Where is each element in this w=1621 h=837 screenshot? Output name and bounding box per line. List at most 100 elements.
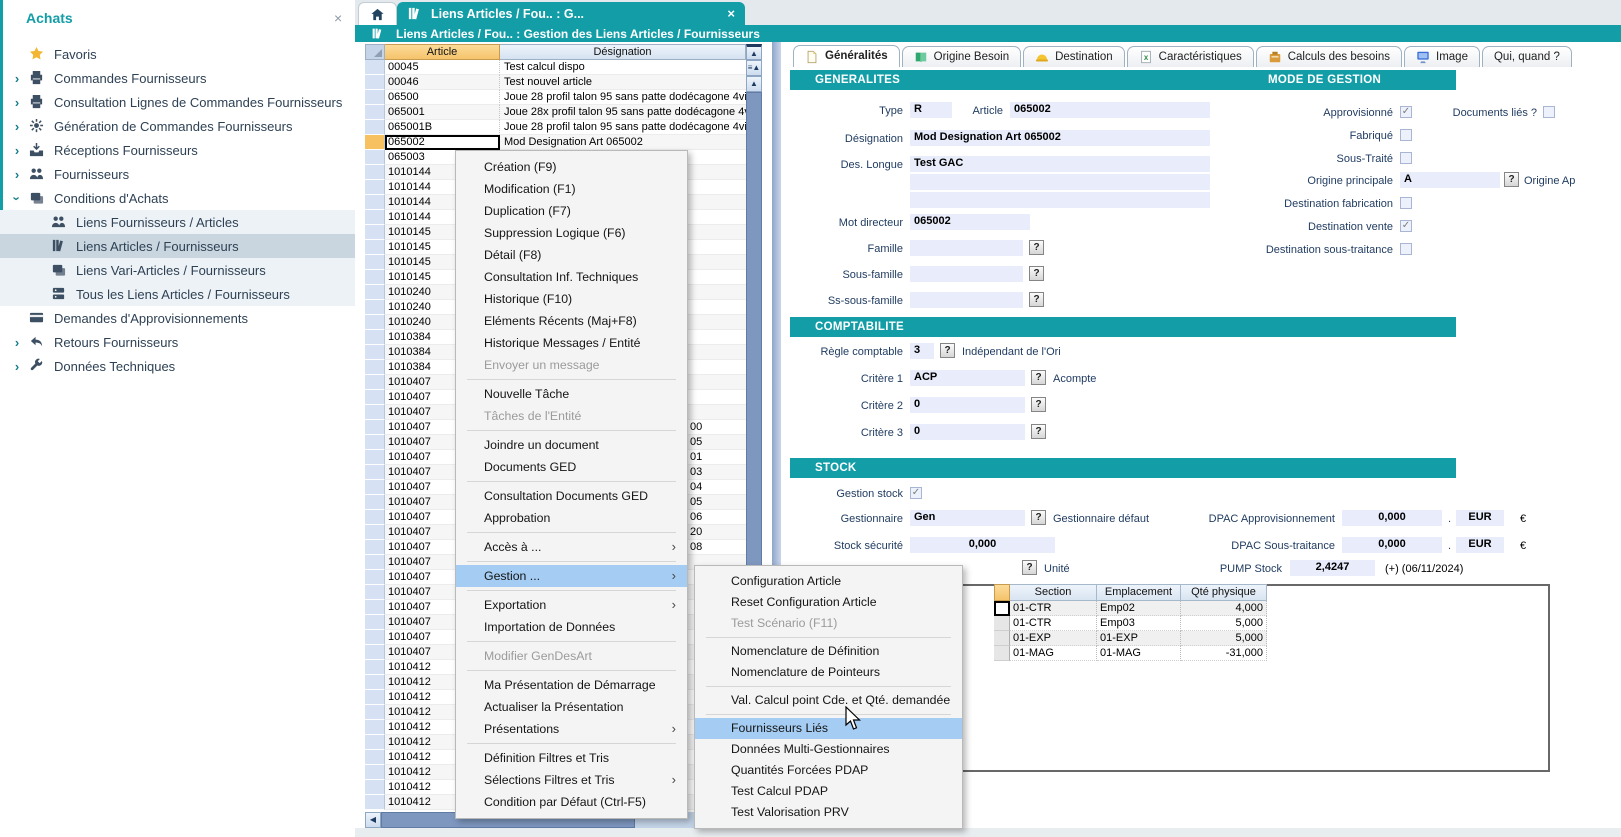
row-selector[interactable] bbox=[365, 690, 385, 705]
row-selector[interactable] bbox=[365, 600, 385, 615]
destination-vente-checkbox[interactable]: ✓ bbox=[1400, 220, 1412, 232]
menu-item-pr-sentations[interactable]: Présentations› bbox=[456, 718, 687, 740]
stock-table-row[interactable]: 01-CTREmp024,000 bbox=[994, 601, 1267, 616]
menu-item-approbation[interactable]: Approbation bbox=[456, 507, 687, 529]
home-tab[interactable] bbox=[358, 2, 397, 26]
stock-row-selector[interactable] bbox=[994, 616, 1010, 631]
sidebar-item-demandes-approvisionnements[interactable]: Demandes d'Approvisionnements bbox=[0, 306, 355, 330]
stock-table-row[interactable]: 01-CTREmp035,000 bbox=[994, 616, 1267, 631]
sous-famille-field[interactable] bbox=[910, 266, 1023, 282]
critere2-field[interactable]: 0 bbox=[910, 397, 1025, 413]
dpac-soustraitance-currency-field[interactable]: EUR bbox=[1456, 537, 1504, 553]
scroll-up-button[interactable]: ▲ bbox=[746, 76, 762, 92]
tab-qui-quand[interactable]: Qui, quand ? bbox=[1482, 46, 1572, 67]
row-selector[interactable] bbox=[365, 240, 385, 255]
menu-item-cr-ation-f9[interactable]: Création (F9) bbox=[456, 156, 687, 178]
row-selector[interactable] bbox=[365, 150, 385, 165]
famille-help-button[interactable]: ? bbox=[1029, 240, 1044, 255]
sidebar-item-receptions-fournisseurs[interactable]: ›Réceptions Fournisseurs bbox=[0, 138, 355, 162]
sidebar-item-liens-articles-fournisseurs[interactable]: Liens Articles / Fournisseurs bbox=[0, 234, 355, 258]
submenu-item-nomenclature-de-pointeurs[interactable]: Nomenclature de Pointeurs bbox=[695, 662, 962, 683]
critere1-field[interactable]: ACP bbox=[910, 370, 1025, 386]
menu-item-el-ments-r-cents-maj-f8[interactable]: Eléments Récents (Maj+F8) bbox=[456, 310, 687, 332]
chevron-right-icon[interactable]: › bbox=[10, 335, 24, 350]
chevron-right-icon[interactable]: › bbox=[10, 71, 24, 86]
fabriqu--checkbox[interactable] bbox=[1400, 129, 1412, 141]
submenu-item-nomenclature-de-d-finition[interactable]: Nomenclature de Définition bbox=[695, 641, 962, 662]
menu-item-acc-s[interactable]: Accès à ...› bbox=[456, 536, 687, 558]
menu-item-duplication-f7[interactable]: Duplication (F7) bbox=[456, 200, 687, 222]
row-selector[interactable] bbox=[365, 570, 385, 585]
tab-destination[interactable]: Destination bbox=[1023, 46, 1125, 67]
sidebar-item-tous-les-liens[interactable]: Tous les Liens Articles / Fournisseurs bbox=[0, 282, 355, 306]
sous-famille-help-button[interactable]: ? bbox=[1029, 266, 1044, 281]
row-selector[interactable] bbox=[365, 105, 385, 120]
stock-row-selector[interactable] bbox=[994, 601, 1010, 616]
sidebar-item-conditions-achats[interactable]: ›Conditions d'Achats bbox=[0, 186, 355, 210]
row-selector[interactable] bbox=[365, 630, 385, 645]
scroll-pageup-button[interactable]: ≡▲ bbox=[746, 60, 762, 76]
table-row[interactable]: 065002Mod Designation Art 065002 bbox=[365, 135, 746, 150]
menu-item-consultation-inf-techniques[interactable]: Consultation Inf. Techniques bbox=[456, 266, 687, 288]
sidebar-item-liens-fournisseurs-articles[interactable]: Liens Fournisseurs / Articles bbox=[0, 210, 355, 234]
row-selector[interactable] bbox=[365, 705, 385, 720]
row-selector[interactable] bbox=[365, 315, 385, 330]
row-selector[interactable] bbox=[365, 450, 385, 465]
row-selector[interactable] bbox=[365, 180, 385, 195]
sidebar-item-retours-fournisseurs[interactable]: ›Retours Fournisseurs bbox=[0, 330, 355, 354]
table-row[interactable]: 06500Joue 28 profil talon 95 sans patte … bbox=[365, 90, 746, 105]
sidebar-item-commandes-fournisseurs[interactable]: ›Commandes Fournisseurs bbox=[0, 66, 355, 90]
famille-field[interactable] bbox=[910, 240, 1023, 256]
close-tab-icon[interactable]: × bbox=[727, 6, 735, 21]
submenu-item-test-valorisation-prv[interactable]: Test Valorisation PRV bbox=[695, 802, 962, 823]
chevron-right-icon[interactable]: › bbox=[10, 143, 24, 158]
stock-column-header-section[interactable]: Section bbox=[1010, 584, 1097, 601]
sous-trait--checkbox[interactable] bbox=[1400, 152, 1412, 164]
row-selector[interactable] bbox=[365, 555, 385, 570]
pump-stock-field[interactable]: 2,4247 bbox=[1290, 560, 1375, 576]
ss-sous-famille-field[interactable] bbox=[910, 292, 1023, 308]
row-selector[interactable] bbox=[365, 615, 385, 630]
table-row[interactable]: 065001Joue 28x profil talon 95 sans patt… bbox=[365, 105, 746, 120]
column-header-designation[interactable]: Désignation bbox=[500, 44, 746, 60]
row-selector[interactable] bbox=[365, 135, 385, 150]
destination-fabrication-checkbox[interactable] bbox=[1400, 197, 1412, 209]
menu-item-historique-f10[interactable]: Historique (F10) bbox=[456, 288, 687, 310]
menu-item-d-finition-filtres-et-tris[interactable]: Définition Filtres et Tris bbox=[456, 747, 687, 769]
column-header-article[interactable]: Article bbox=[385, 44, 500, 60]
submenu-item-fournisseurs-li-s[interactable]: Fournisseurs Liés bbox=[695, 718, 962, 739]
sidebar-item-fournisseurs[interactable]: ›Fournisseurs bbox=[0, 162, 355, 186]
menu-item-historique-messages-entit[interactable]: Historique Messages / Entité bbox=[456, 332, 687, 354]
row-selector[interactable] bbox=[365, 495, 385, 510]
menu-item-s-lections-filtres-et-tris[interactable]: Sélections Filtres et Tris› bbox=[456, 769, 687, 791]
chevron-right-icon[interactable]: › bbox=[10, 119, 24, 134]
menu-item-consultation-documents-ged[interactable]: Consultation Documents GED bbox=[456, 485, 687, 507]
scroll-left-button[interactable]: ◀ bbox=[365, 812, 381, 828]
critere3-field[interactable]: 0 bbox=[910, 424, 1025, 440]
table-row[interactable]: 00046Test nouvel article bbox=[365, 75, 746, 90]
documents-lies-checkbox[interactable] bbox=[1543, 106, 1555, 118]
dpac-appro-currency-field[interactable]: EUR bbox=[1456, 510, 1504, 526]
row-selector[interactable] bbox=[365, 585, 385, 600]
row-selector[interactable] bbox=[365, 735, 385, 750]
menu-item-condition-par-d-faut-ctrl-f5[interactable]: Condition par Défaut (Ctrl-F5) bbox=[456, 791, 687, 813]
menu-item-modification-f1[interactable]: Modification (F1) bbox=[456, 178, 687, 200]
tab-image[interactable]: Image bbox=[1404, 46, 1480, 67]
stock-table-row[interactable]: 01-EXP01-EXP5,000 bbox=[994, 631, 1267, 646]
row-selector[interactable] bbox=[365, 480, 385, 495]
dpac-soustraitance-field[interactable]: 0,000 bbox=[1342, 537, 1442, 553]
row-selector[interactable] bbox=[365, 330, 385, 345]
row-selector[interactable] bbox=[365, 210, 385, 225]
row-selector[interactable] bbox=[365, 300, 385, 315]
row-selector[interactable] bbox=[365, 375, 385, 390]
row-selector[interactable] bbox=[365, 390, 385, 405]
sidebar-item-generation-commandes[interactable]: ›Génération de Commandes Fournisseurs bbox=[0, 114, 355, 138]
origine-principale-help-button[interactable]: ? bbox=[1504, 172, 1519, 187]
menu-item-joindre-un-document[interactable]: Joindre un document bbox=[456, 434, 687, 456]
row-selector[interactable] bbox=[365, 510, 385, 525]
stock-row-selector[interactable] bbox=[994, 646, 1010, 661]
row-selector[interactable] bbox=[365, 345, 385, 360]
ss-sous-famille-help-button[interactable]: ? bbox=[1029, 292, 1044, 307]
table-row[interactable]: 065001BJoue 28 profil talon 95 sans patt… bbox=[365, 120, 746, 135]
row-selector[interactable] bbox=[365, 465, 385, 480]
